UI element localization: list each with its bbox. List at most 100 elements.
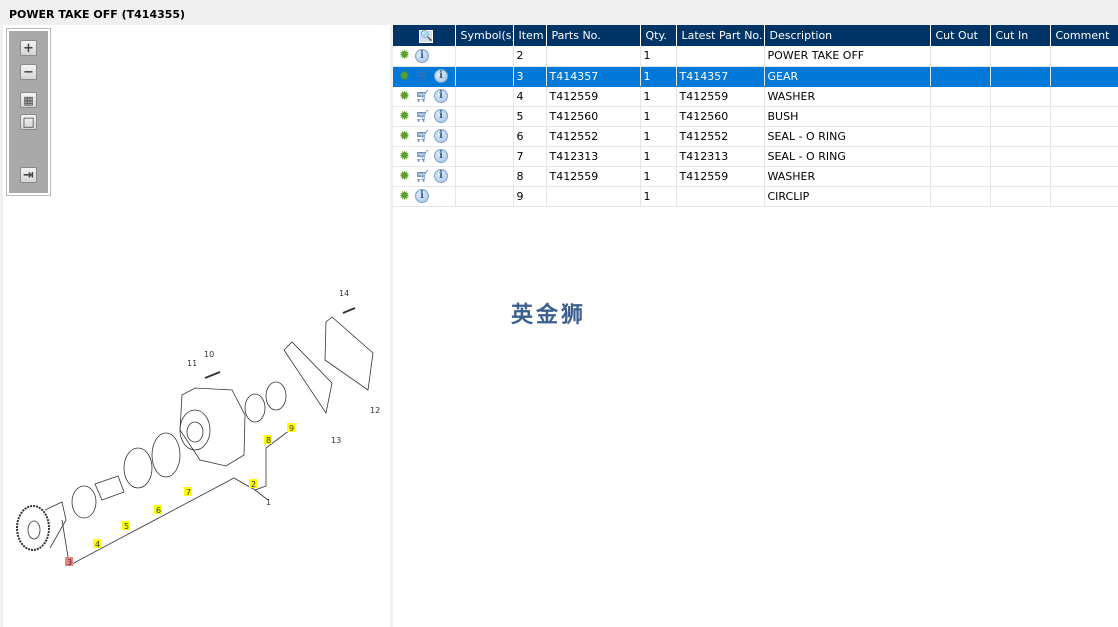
exploded-parts-diagram: 3 4 5 6 7 2 8 9 1 10 11 12 13 14 <box>16 289 380 567</box>
gear-icon[interactable]: ✹ <box>399 48 412 63</box>
table-row[interactable]: ✹ 🛒︎ i 7 T412313 1 T412313 SEAL - O RING <box>393 146 1118 167</box>
row-actions: ✹ i <box>393 46 456 67</box>
cut-out-cell <box>930 86 991 107</box>
latest-part-no-cell: T412559 <box>676 166 765 187</box>
gear-part <box>16 501 67 551</box>
table-row[interactable]: ✹ 🛒︎ i 4 T412559 1 T412559 WASHER <box>393 86 1118 107</box>
cut-out-cell <box>930 66 991 87</box>
item-cell: 2 <box>513 46 547 67</box>
info-icon[interactable]: i <box>415 189 429 203</box>
column-header[interactable]: Symbol(s) <box>455 25 514 46</box>
cut-out-cell <box>930 186 991 207</box>
info-icon[interactable]: i <box>434 69 448 83</box>
description-cell: POWER TAKE OFF <box>764 46 931 67</box>
cart-icon[interactable]: 🛒︎ <box>415 69 431 83</box>
gear-icon[interactable]: ✹ <box>399 129 412 144</box>
parts-list-panel: 🔍 Symbol(s) Item Parts No. Qty. Latest Part N… <box>393 25 1118 627</box>
gear-icon[interactable]: ✹ <box>399 89 412 104</box>
description-cell: BUSH <box>764 106 931 127</box>
latest-part-no-cell <box>676 186 765 207</box>
info-icon[interactable]: i <box>434 129 448 143</box>
cut-in-cell <box>990 166 1051 187</box>
info-icon[interactable]: i <box>434 169 448 183</box>
info-icon[interactable]: i <box>434 89 448 103</box>
cart-icon[interactable]: 🛒︎ <box>415 149 431 163</box>
cut-in-cell <box>990 146 1051 167</box>
column-header[interactable]: Cut In <box>990 25 1051 46</box>
description-cell: GEAR <box>764 66 931 87</box>
symbols-cell <box>455 66 514 87</box>
svg-text:3: 3 <box>67 558 72 567</box>
column-header-search[interactable]: 🔍 <box>393 25 456 46</box>
bolt-part <box>204 371 221 379</box>
column-header[interactable]: Qty. <box>640 25 677 46</box>
cart-icon[interactable]: 🛒︎ <box>415 109 431 123</box>
qty-cell: 1 <box>640 186 677 207</box>
latest-part-no-cell: T412552 <box>676 126 765 147</box>
gear-icon[interactable]: ✹ <box>399 189 412 204</box>
seal-ring-part <box>123 447 153 489</box>
gear-icon[interactable]: ✹ <box>399 169 412 184</box>
parts-no-cell: T412552 <box>546 126 641 147</box>
table-row[interactable]: ✹ 🛒︎ i 6 T412552 1 T412552 SEAL - O RING <box>393 126 1118 147</box>
cut-out-cell <box>930 146 991 167</box>
comment-cell <box>1050 46 1118 67</box>
row-actions: ✹ 🛒︎ i <box>393 66 456 87</box>
description-cell: SEAL - O RING <box>764 146 931 167</box>
cart-icon[interactable]: 🛒︎ <box>415 169 431 183</box>
search-icon[interactable]: 🔍 <box>419 29 434 43</box>
info-icon[interactable]: i <box>415 48 429 63</box>
svg-text:1: 1 <box>266 498 271 507</box>
column-header[interactable]: Comment <box>1050 25 1118 46</box>
qty-cell: 1 <box>640 66 677 87</box>
column-header[interactable]: Item <box>513 25 547 46</box>
cut-in-cell <box>990 66 1051 87</box>
parts-no-cell: T412559 <box>546 86 641 107</box>
description-cell: WASHER <box>764 86 931 107</box>
table-row[interactable]: ✹ 🛒︎ i 3 T414357 1 T414357 GEAR <box>393 66 1118 87</box>
svg-text:11: 11 <box>187 359 197 368</box>
info-icon[interactable]: i <box>434 149 448 163</box>
item-cell: 9 <box>513 186 547 207</box>
info-icon[interactable]: i <box>434 109 448 123</box>
item-cell: 3 <box>513 66 547 87</box>
cut-out-cell <box>930 126 991 147</box>
cut-in-cell <box>990 106 1051 127</box>
gear-icon[interactable]: ✹ <box>399 69 412 84</box>
column-header[interactable]: Description <box>764 25 931 46</box>
cut-out-cell <box>930 166 991 187</box>
parts-table: 🔍 Symbol(s) Item Parts No. Qty. Latest Part N… <box>393 25 1118 207</box>
qty-cell: 1 <box>640 166 677 187</box>
item-cell: 6 <box>513 126 547 147</box>
qty-cell: 1 <box>640 126 677 147</box>
row-actions: ✹ 🛒︎ i <box>393 126 456 147</box>
item-cell: 4 <box>513 86 547 107</box>
symbols-cell <box>455 106 514 127</box>
oring-part <box>151 432 181 478</box>
parts-no-cell: T412559 <box>546 166 641 187</box>
diagram-panel[interactable]: + − ▦ □ ⇥ 3 4 5 6 7 2 8 9 1 10 11 12 13 … <box>3 25 390 627</box>
column-header[interactable]: Latest Part No. <box>676 25 765 46</box>
row-actions: ✹ 🛒︎ i <box>393 86 456 107</box>
gear-icon[interactable]: ✹ <box>399 149 412 164</box>
gear-icon[interactable]: ✹ <box>399 109 412 124</box>
table-row[interactable]: ✹ i 9 1 CIRCLIP <box>393 186 1118 207</box>
svg-text:9: 9 <box>289 424 294 433</box>
cart-icon[interactable]: 🛒︎ <box>415 129 431 143</box>
callout-labels: 3 4 5 6 7 2 8 9 1 10 11 12 13 14 <box>65 289 380 567</box>
svg-text:8: 8 <box>266 436 271 445</box>
item-cell: 7 <box>513 146 547 167</box>
cover-part <box>324 316 374 391</box>
table-row[interactable]: ✹ 🛒︎ i 5 T412560 1 T412560 BUSH <box>393 106 1118 127</box>
cut-in-cell <box>990 46 1051 67</box>
svg-text:7: 7 <box>186 488 191 497</box>
cart-icon[interactable]: 🛒︎ <box>415 89 431 103</box>
latest-part-no-cell: T412559 <box>676 86 765 107</box>
bush-part <box>94 475 125 501</box>
column-header[interactable]: Cut Out <box>930 25 991 46</box>
table-row[interactable]: ✹ i 2 1 POWER TAKE OFF <box>393 46 1118 67</box>
table-row[interactable]: ✹ 🛒︎ i 8 T412559 1 T412559 WASHER <box>393 166 1118 187</box>
qty-cell: 1 <box>640 46 677 67</box>
parts-no-cell: T412560 <box>546 106 641 127</box>
column-header[interactable]: Parts No. <box>546 25 641 46</box>
